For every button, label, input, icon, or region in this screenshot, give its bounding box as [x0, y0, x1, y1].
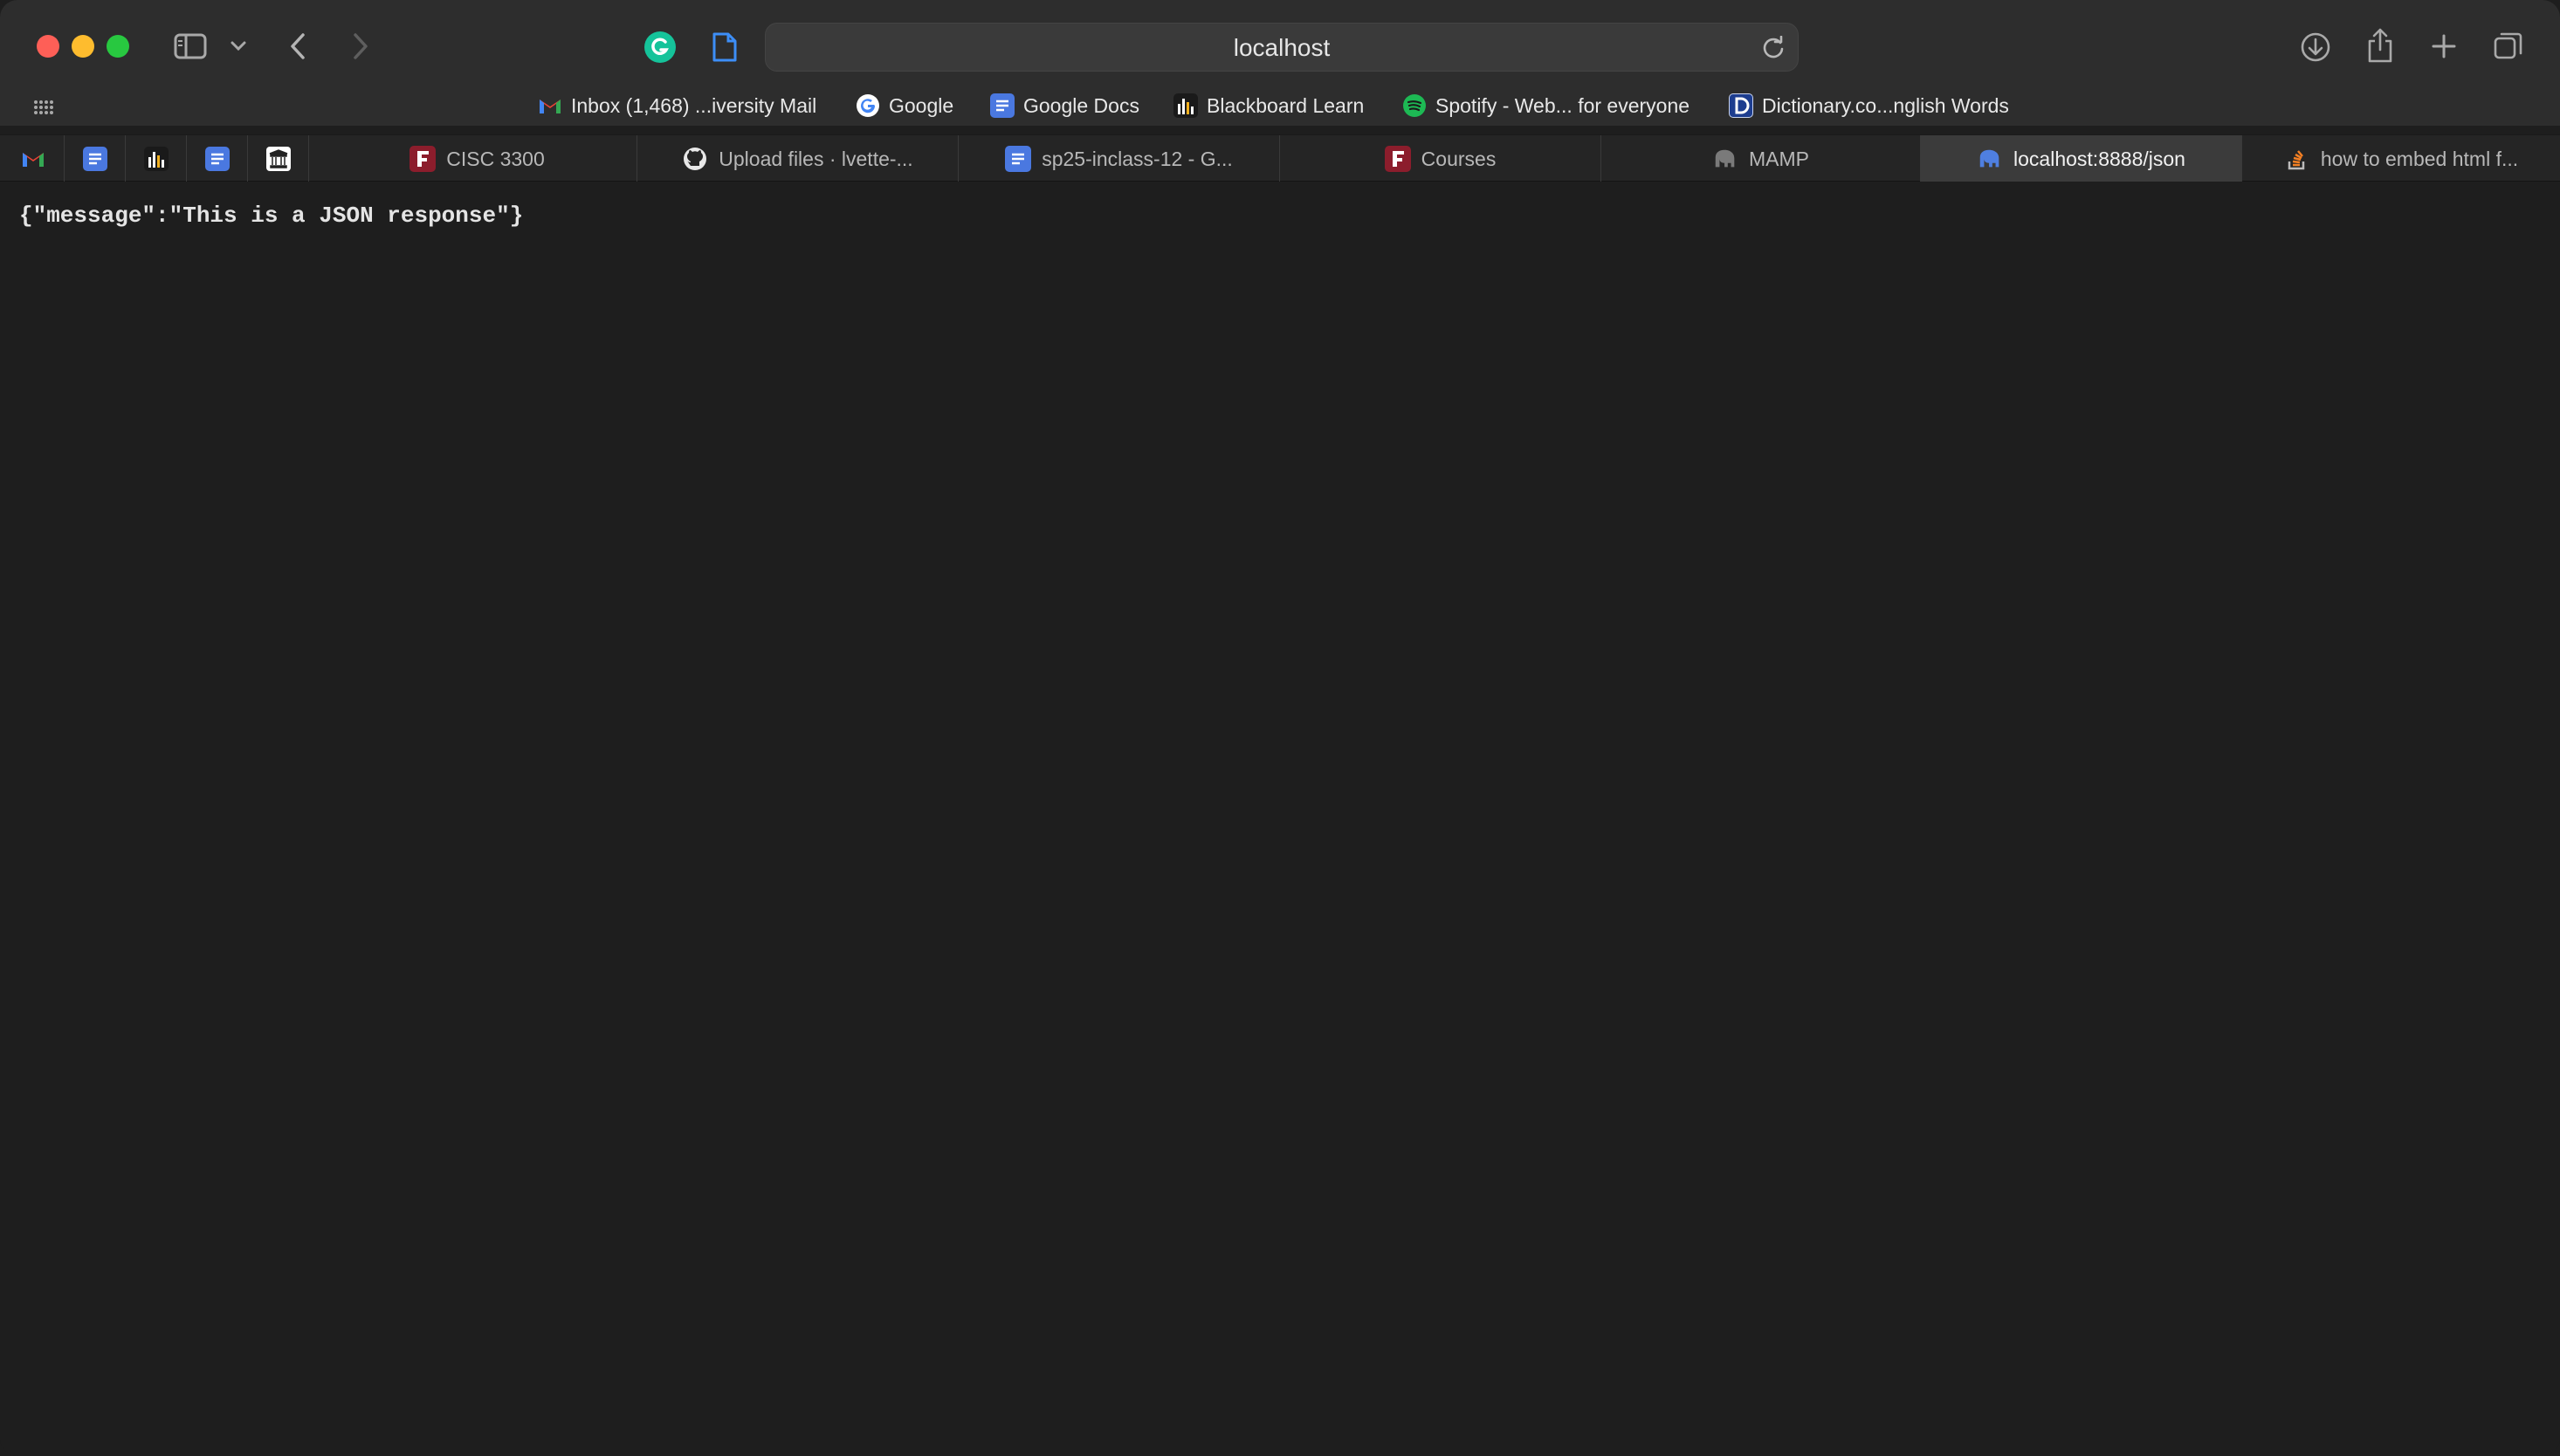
plus-icon[interactable]: [2429, 31, 2459, 61]
bookmark-blackboard[interactable]: Blackboard Learn: [1173, 86, 1364, 126]
elephant-icon: [1977, 146, 2003, 172]
page-content: {"message":"This is a JSON response"}: [0, 182, 2560, 1456]
dictionary-icon: [1729, 93, 1753, 118]
fordham-icon: [1384, 146, 1411, 172]
bookmark-google-docs[interactable]: Google Docs: [990, 86, 1139, 126]
bookmarks-bar: Inbox (1,468) ...iversity Mail Google Go…: [0, 86, 2560, 126]
share-icon[interactable]: [2364, 26, 2396, 65]
json-response-text: {"message":"This is a JSON response"}: [19, 203, 524, 229]
tab-label: Courses: [1421, 147, 1497, 170]
bookmark-label: Spotify - Web... for everyone: [1435, 93, 1690, 117]
browser-window: localhost Inbox (1,468) ...iversity Mail…: [0, 0, 2560, 1456]
tab-mamp[interactable]: MAMP: [1601, 135, 1921, 182]
zoom-button[interactable]: [107, 35, 129, 58]
tab-label: Upload files · lvette-...: [719, 147, 913, 170]
fordham-icon: [409, 146, 437, 172]
close-button[interactable]: [37, 35, 59, 58]
tab-upload-files[interactable]: Upload files · lvette-...: [637, 135, 959, 182]
bookmark-google[interactable]: Google: [856, 86, 953, 126]
sidebar-icon[interactable]: [173, 31, 208, 61]
tab-localhost-json[interactable]: localhost:8888/json: [1921, 135, 2242, 182]
stackoverflow-icon: [2284, 146, 2310, 172]
google-docs-icon: [990, 93, 1015, 118]
gmail-icon: [538, 93, 562, 118]
page-icon[interactable]: [709, 30, 740, 65]
minimize-button[interactable]: [72, 35, 94, 58]
github-icon: [682, 146, 708, 172]
back-icon[interactable]: [285, 30, 311, 63]
bookmark-label: Inbox (1,468) ...iversity Mail: [571, 93, 817, 117]
bookmark-label: Blackboard Learn: [1207, 93, 1365, 117]
google-icon: [856, 93, 880, 118]
tab-stackoverflow[interactable]: how to embed html f...: [2242, 135, 2560, 182]
apps-grid-icon[interactable]: [33, 96, 54, 117]
tab-label: how to embed html f...: [2320, 147, 2519, 170]
pinned-tab-museum[interactable]: [248, 135, 309, 182]
tabs-overview-icon[interactable]: [2492, 30, 2525, 63]
bookmark-label: Dictionary.co...nglish Words: [1762, 93, 2009, 117]
pinned-tab-docs-2[interactable]: [187, 135, 248, 182]
tab-label: CISC 3300: [446, 147, 545, 170]
download-icon[interactable]: [2298, 30, 2333, 65]
tab-label: sp25-inclass-12 - G...: [1042, 147, 1233, 170]
bookmark-spotify[interactable]: Spotify - Web... for everyone: [1402, 86, 1689, 126]
tab-cisc-3300[interactable]: CISC 3300: [318, 135, 637, 182]
google-docs-icon: [1005, 146, 1032, 172]
tab-label: MAMP: [1749, 147, 1809, 170]
museum-icon: [265, 147, 291, 171]
address-text[interactable]: localhost: [766, 24, 1798, 72]
tab-sp25-inclass[interactable]: sp25-inclass-12 - G...: [959, 135, 1280, 182]
bookmark-label: Google Docs: [1023, 93, 1139, 117]
tab-bar: CISC 3300 Upload files · lvette-... sp25…: [0, 134, 2560, 182]
tab-courses[interactable]: Courses: [1280, 135, 1601, 182]
reload-icon[interactable]: [1761, 35, 1786, 60]
google-docs-icon: [82, 147, 107, 171]
elephant-icon: [1712, 146, 1738, 172]
blackboard-icon: [1173, 93, 1198, 118]
address-bar[interactable]: localhost: [765, 23, 1799, 72]
pinned-tab-chart[interactable]: [126, 135, 187, 182]
chart-icon: [143, 147, 169, 171]
google-docs-icon: [204, 147, 230, 171]
spotify-icon: [1402, 93, 1427, 118]
bookmark-label: Google: [889, 93, 954, 117]
chevron-down-icon[interactable]: [229, 37, 248, 56]
bookmark-inbox[interactable]: Inbox (1,468) ...iversity Mail: [538, 86, 816, 126]
tab-label: localhost:8888/json: [2013, 147, 2185, 170]
grammarly-icon[interactable]: [643, 30, 678, 65]
forward-icon[interactable]: [348, 30, 374, 63]
toolbar: localhost: [0, 0, 2560, 93]
gmail-icon: [21, 147, 45, 171]
bookmark-dictionary[interactable]: Dictionary.co...nglish Words: [1729, 86, 2009, 126]
pinned-tab-docs[interactable]: [65, 135, 126, 182]
pinned-tab-gmail[interactable]: [2, 135, 65, 182]
